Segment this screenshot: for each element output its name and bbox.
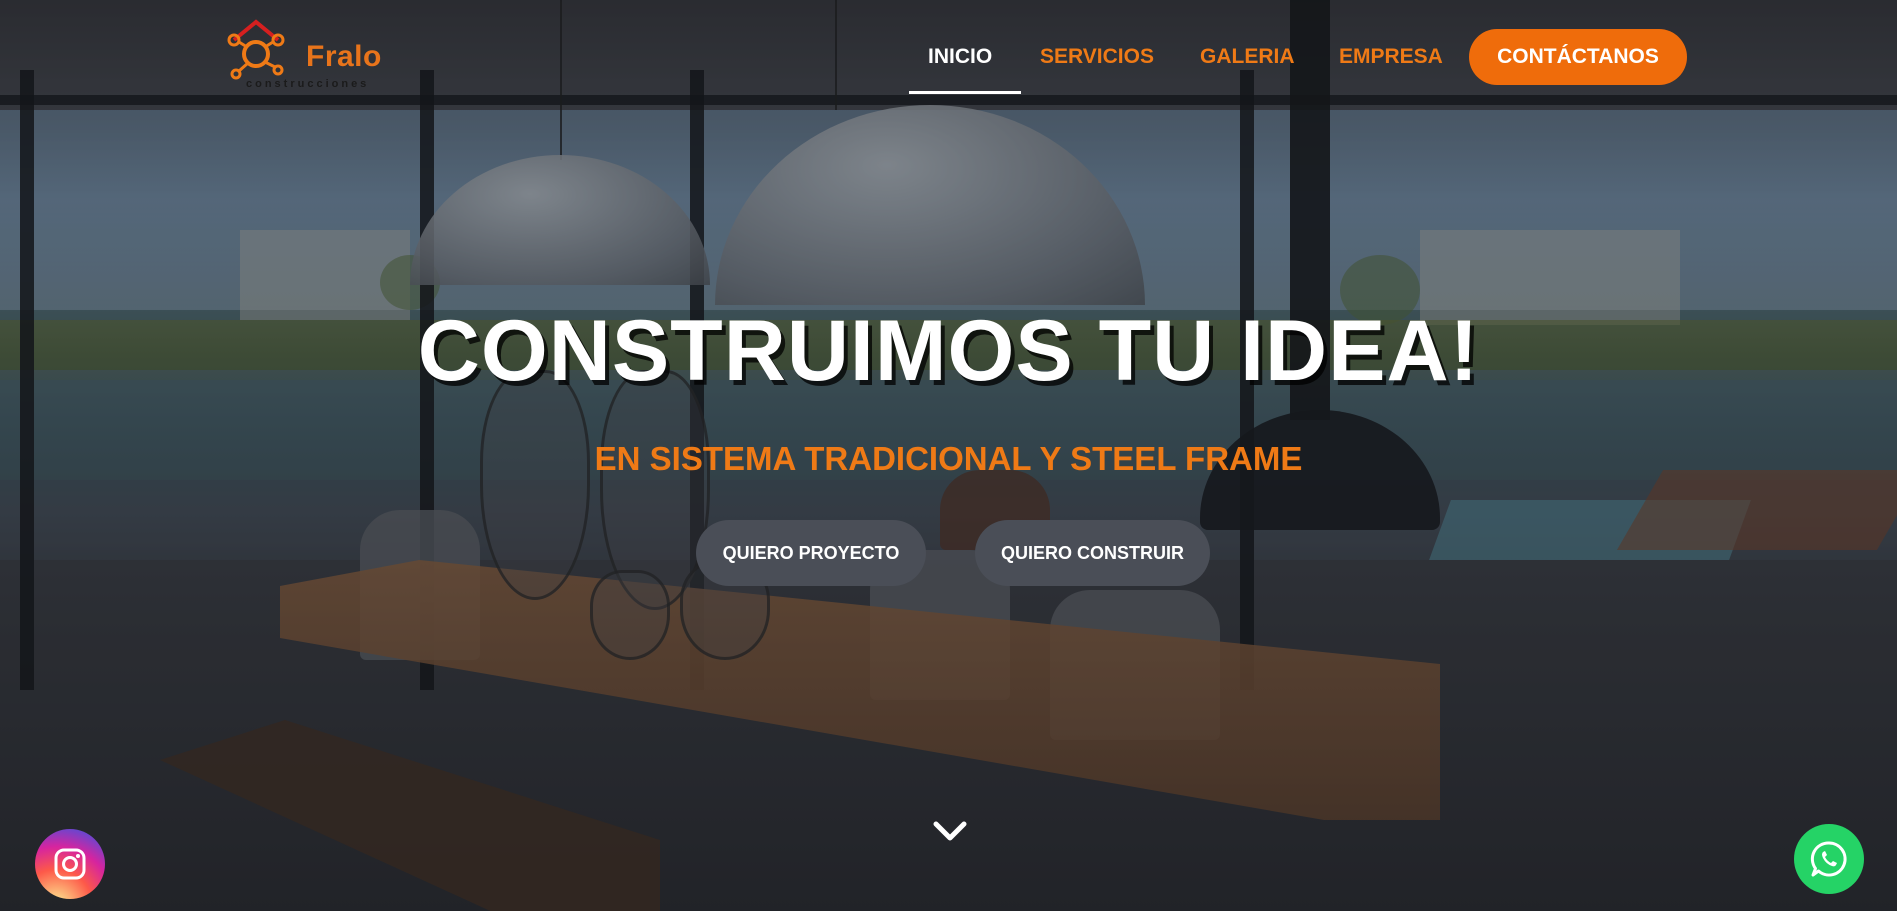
quiero-construir-button[interactable]: QUIERO CONSTRUIR	[975, 520, 1210, 586]
nav-item-empresa[interactable]: EMPRESA	[1339, 45, 1443, 69]
instagram-icon	[54, 848, 86, 880]
nav-item-inicio[interactable]: INICIO	[928, 45, 992, 69]
nav-item-galeria[interactable]: GALERIA	[1200, 45, 1295, 69]
chevron-down-icon[interactable]	[932, 818, 968, 844]
hero-headline: CONSTRUIMOS TU IDEA!	[417, 303, 1480, 399]
logo-name: Fralo	[306, 40, 382, 73]
instagram-button[interactable]	[35, 829, 105, 899]
logo[interactable]: Fralo construcciones	[226, 18, 396, 94]
nav-item-servicios[interactable]: SERVICIOS	[1040, 45, 1154, 69]
logo-mark-icon	[227, 19, 285, 80]
logo-subtitle: construcciones	[246, 78, 370, 90]
quiero-proyecto-button[interactable]: QUIERO PROYECTO	[696, 520, 926, 586]
nav-active-underline	[909, 91, 1021, 94]
hero-subheadline: EN SISTEMA TRADICIONAL Y STEEL FRAME	[594, 440, 1303, 477]
contact-button[interactable]: CONTÁCTANOS	[1469, 29, 1687, 85]
whatsapp-icon	[1810, 841, 1847, 877]
whatsapp-button[interactable]	[1794, 824, 1864, 894]
